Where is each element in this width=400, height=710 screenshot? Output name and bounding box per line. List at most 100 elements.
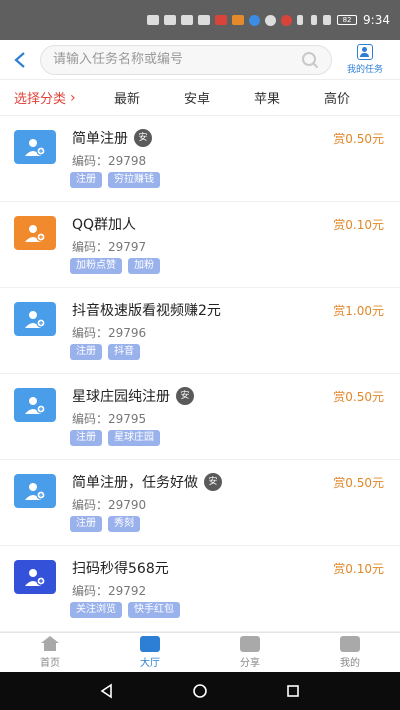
nav-hall[interactable]: 大厅 xyxy=(100,633,200,672)
status-time: 9:34 xyxy=(363,13,390,27)
chevron-left-icon xyxy=(14,51,25,68)
nav-home-label: 首页 xyxy=(40,658,60,669)
task-list: 简单注册安编码：29798 注册 穷拉赚钱 赏0.50元 QQ群加人 编码：29797 加粉… xyxy=(0,116,400,632)
tab-android[interactable]: 安卓 xyxy=(162,88,232,107)
task-tag: 加粉点赞 xyxy=(70,258,122,274)
battery-icon: 82 xyxy=(337,15,358,25)
task-tag: 秀刻 xyxy=(108,516,140,532)
task-tags: 注册 秀刻 xyxy=(70,516,140,532)
user-add-icon xyxy=(14,130,56,164)
task-title: 扫码秒得568元 xyxy=(72,558,169,578)
task-code: 编码：29792 xyxy=(72,584,147,598)
user-add-icon xyxy=(14,388,56,422)
hd-icon xyxy=(147,15,160,25)
share-icon xyxy=(240,636,260,652)
task-reward: 赏0.50元 xyxy=(333,476,384,490)
search-box[interactable] xyxy=(40,44,332,75)
status-bar: 82 9:34 xyxy=(0,0,400,40)
task-code: 编码：29798 xyxy=(72,154,147,168)
home-icon xyxy=(40,636,60,652)
task-title: 抖音极速版看视频赚2元 xyxy=(72,300,221,320)
task-title-text: 简单注册，任务好做 xyxy=(72,475,198,491)
category-label: 选择分类 xyxy=(14,92,67,107)
chevron-right-icon: › xyxy=(70,89,76,106)
system-back-icon[interactable] xyxy=(99,683,115,699)
vibrate-icon xyxy=(323,15,332,25)
task-reward: 赏1.00元 xyxy=(333,304,384,318)
chat-icon xyxy=(265,14,277,26)
wifi-icon xyxy=(198,15,211,25)
user-add-icon xyxy=(14,216,56,250)
system-recents-icon[interactable] xyxy=(285,683,301,699)
task-item[interactable]: 扫码秒得568元编码：29792 关注浏览 快手红包 赏0.10元 xyxy=(0,546,400,632)
tab-ios[interactable]: 苹果 xyxy=(232,88,302,107)
task-code: 编码：29797 xyxy=(72,240,147,254)
system-nav-bar xyxy=(0,672,400,710)
task-title: 简单注册安 xyxy=(72,128,152,148)
search-input[interactable] xyxy=(53,52,301,67)
task-item[interactable]: 简单注册，任务好做安编码：29790 注册 秀刻 赏0.50元 xyxy=(0,460,400,546)
search-icon[interactable] xyxy=(301,51,319,69)
android-badge: 安 xyxy=(134,129,152,147)
task-title-text: QQ群加人 xyxy=(72,217,137,233)
task-tag: 星球庄园 xyxy=(108,430,160,446)
task-tag: 注册 xyxy=(70,172,102,188)
nav-hall-label: 大厅 xyxy=(140,658,160,669)
system-home-icon[interactable] xyxy=(192,683,208,699)
nav-home[interactable]: 首页 xyxy=(0,633,100,672)
task-tag: 穷拉赚钱 xyxy=(108,172,160,188)
avatar-notification-icon xyxy=(281,14,293,26)
task-tag: 快手红包 xyxy=(128,602,180,618)
task-tag: 注册 xyxy=(70,516,102,532)
nav-share[interactable]: 分享 xyxy=(200,633,300,672)
tab-high-price[interactable]: 高价 xyxy=(302,88,372,107)
user-card-icon xyxy=(357,44,373,60)
task-reward: 赏0.10元 xyxy=(333,562,384,576)
more-icon xyxy=(297,15,304,25)
android-badge: 安 xyxy=(204,473,222,491)
filter-bar: 选择分类 › 最新 安卓 苹果 高价 xyxy=(0,80,400,116)
user-add-icon xyxy=(14,474,56,508)
task-tag: 关注浏览 xyxy=(70,602,122,618)
task-title: QQ群加人 xyxy=(72,214,136,234)
profile-icon xyxy=(340,636,360,652)
nav-mine[interactable]: 我的 xyxy=(300,633,400,672)
task-tags: 关注浏览 快手红包 xyxy=(70,602,180,618)
nav-mine-label: 我的 xyxy=(340,658,360,669)
task-reward: 赏0.10元 xyxy=(333,218,384,232)
category-selector[interactable]: 选择分类 › xyxy=(0,88,92,108)
task-tag: 抖音 xyxy=(108,344,140,360)
task-title: 简单注册，任务好做安 xyxy=(72,472,222,492)
task-tags: 注册 穷拉赚钱 xyxy=(70,172,160,188)
task-reward: 赏0.50元 xyxy=(333,390,384,404)
scan-task-icon xyxy=(14,560,56,594)
task-title-text: 简单注册 xyxy=(72,131,128,147)
signal-2-icon xyxy=(181,15,194,25)
task-tag: 注册 xyxy=(70,430,102,446)
bluetooth-icon xyxy=(311,15,318,25)
my-tasks-button[interactable]: 我的任务 xyxy=(332,40,398,80)
task-tags: 加粉点赞 加粉 xyxy=(70,258,160,274)
task-item[interactable]: 星球庄园纯注册安编码：29795 注册 星球庄园 赏0.50元 xyxy=(0,374,400,460)
task-tags: 注册 抖音 xyxy=(70,344,140,360)
task-title: 星球庄园纯注册安 xyxy=(72,386,194,406)
task-title-text: 抖音极速版看视频赚2元 xyxy=(72,303,221,319)
android-badge: 安 xyxy=(176,387,194,405)
task-item[interactable]: QQ群加人编码：29797 加粉点赞 加粉 赏0.10元 xyxy=(0,202,400,288)
task-code: 编码：29795 xyxy=(72,412,147,426)
hall-icon xyxy=(140,636,160,652)
tab-latest[interactable]: 最新 xyxy=(92,88,162,107)
status-right: 82 9:34 xyxy=(311,13,390,27)
task-item[interactable]: 抖音极速版看视频赚2元 编码：29796 注册 抖音 赏1.00元 xyxy=(0,288,400,374)
my-tasks-label: 我的任务 xyxy=(346,65,383,75)
app-notification-icon xyxy=(215,15,228,25)
task-tag: 注册 xyxy=(70,344,102,360)
bottom-nav: 首页 大厅 分享 我的 xyxy=(0,632,400,672)
notification-icons xyxy=(10,14,304,26)
header: 我的任务 xyxy=(0,40,400,80)
user-add-icon xyxy=(14,302,56,336)
back-button[interactable] xyxy=(0,40,40,80)
task-tag: 加粉 xyxy=(128,258,160,274)
task-title-text: 星球庄园纯注册 xyxy=(72,389,170,405)
task-item[interactable]: 简单注册安编码：29798 注册 穷拉赚钱 赏0.50元 xyxy=(0,116,400,202)
